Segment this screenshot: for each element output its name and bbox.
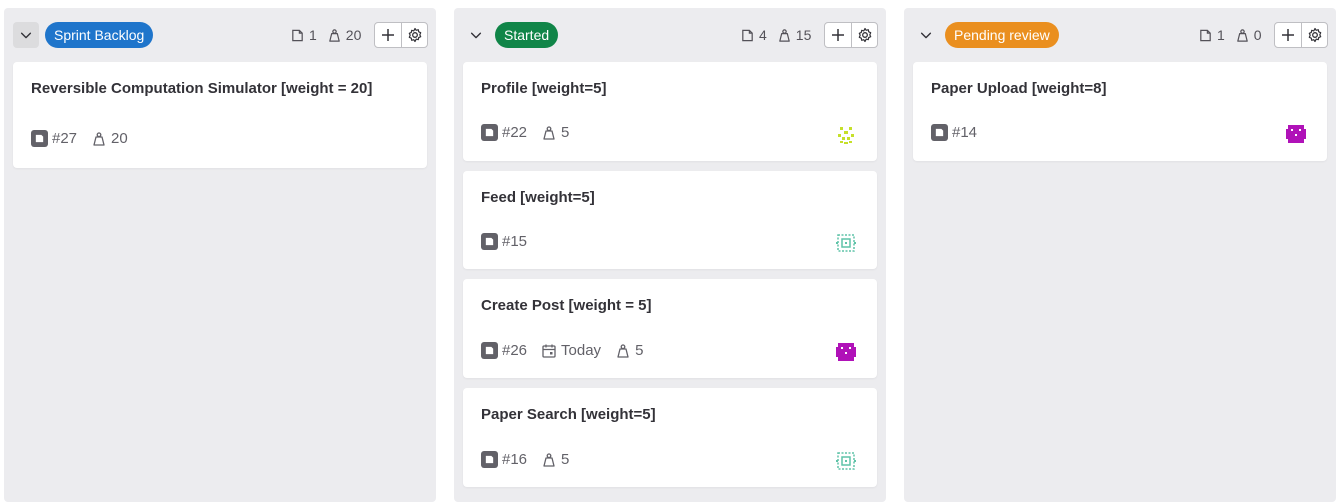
- list-actions: [824, 22, 878, 48]
- issue-weight: 20: [111, 130, 128, 147]
- list-label[interactable]: Started: [495, 22, 559, 48]
- issue-count: 4: [740, 27, 767, 43]
- issue-id[interactable]: #15: [502, 233, 527, 250]
- list-settings-button[interactable]: [401, 23, 427, 47]
- list-stats: 4 15: [740, 22, 817, 48]
- issue-type-icon: [481, 233, 498, 250]
- gear-icon: [858, 27, 871, 43]
- issue-meta: #26 Today 5: [481, 342, 651, 359]
- issue-type-icon: [481, 124, 498, 141]
- board-list-sprint-backlog: Sprint Backlog 1 20 Reversible Computati…: [4, 8, 436, 502]
- weight-icon: [93, 131, 105, 146]
- issue-meta: #15: [481, 233, 535, 250]
- issues-icon: [742, 29, 753, 41]
- list-actions: [374, 22, 428, 48]
- issue-card[interactable]: Feed [weight=5] #15: [463, 171, 877, 269]
- collapse-list-button[interactable]: [463, 22, 489, 48]
- issue-card[interactable]: Paper Upload [weight=8] #14: [913, 62, 1327, 161]
- assignee-avatar[interactable]: [833, 122, 859, 148]
- chevron-down-icon: [20, 32, 32, 39]
- issue-title[interactable]: Create Post [weight = 5]: [481, 297, 841, 315]
- board-list-started: Started 4 15 Profile [weight=5] #22 5 Fe…: [454, 8, 886, 502]
- issue-meta: #22 5: [481, 124, 577, 141]
- issue-type-icon: [481, 451, 498, 468]
- issue-title[interactable]: Paper Upload [weight=8]: [931, 80, 1291, 98]
- issue-card[interactable]: Profile [weight=5] #22 5: [463, 62, 877, 161]
- issue-id[interactable]: #26: [502, 342, 527, 359]
- weight-total: 0: [1235, 27, 1262, 43]
- plus-icon: [382, 29, 394, 41]
- list-settings-button[interactable]: [1301, 23, 1327, 47]
- issue-board: Sprint Backlog 1 20 Reversible Computati…: [0, 0, 1344, 502]
- issue-title[interactable]: Profile [weight=5]: [481, 80, 841, 98]
- weight-icon: [1237, 28, 1248, 42]
- issue-card[interactable]: Paper Search [weight=5] #16 5: [463, 388, 877, 487]
- issue-count: 1: [290, 27, 317, 43]
- issue-weight: 5: [561, 124, 570, 141]
- weight-total: 15: [777, 27, 811, 43]
- assignee-avatar[interactable]: [833, 448, 859, 474]
- calendar-icon: [542, 344, 556, 358]
- issue-meta: #27 20: [31, 130, 136, 147]
- issue-title[interactable]: Feed [weight=5]: [481, 189, 841, 207]
- weight-icon: [329, 28, 340, 42]
- weight-icon: [617, 343, 629, 358]
- weight-icon: [543, 125, 555, 140]
- assignee-avatar[interactable]: [833, 230, 859, 256]
- list-label[interactable]: Sprint Backlog: [45, 22, 154, 48]
- issue-type-icon: [481, 342, 498, 359]
- list-header: Sprint Backlog 1 20: [4, 8, 436, 62]
- issues-icon: [1200, 29, 1211, 41]
- issue-meta: #16 5: [481, 451, 577, 468]
- list-stats: 1 0: [1198, 22, 1268, 48]
- list-stats: 1 20: [290, 22, 367, 48]
- issue-id[interactable]: #27: [52, 130, 77, 147]
- issue-title[interactable]: Paper Search [weight=5]: [481, 406, 841, 424]
- add-issue-button[interactable]: [375, 23, 401, 47]
- list-header: Pending review 1 0: [904, 8, 1336, 62]
- collapse-list-button[interactable]: [913, 22, 939, 48]
- weight-icon: [543, 452, 555, 467]
- issue-id[interactable]: #22: [502, 124, 527, 141]
- assignee-avatar[interactable]: [1283, 121, 1309, 147]
- issue-title[interactable]: Reversible Computation Simulator [weight…: [31, 80, 391, 98]
- collapse-list-button[interactable]: [13, 22, 39, 48]
- issue-id[interactable]: #16: [502, 451, 527, 468]
- plus-icon: [832, 29, 844, 41]
- issue-count: 1: [1198, 27, 1225, 43]
- chevron-down-icon: [920, 32, 932, 39]
- list-settings-button[interactable]: [851, 23, 877, 47]
- issue-weight: 5: [635, 342, 644, 359]
- issue-meta: #14: [931, 124, 985, 141]
- assignee-avatar[interactable]: [833, 339, 859, 365]
- issue-type-icon: [31, 130, 48, 147]
- plus-icon: [1282, 29, 1294, 41]
- chevron-down-icon: [470, 32, 482, 39]
- gear-icon: [408, 27, 421, 43]
- issue-card[interactable]: Create Post [weight = 5] #26 Today 5: [463, 279, 877, 378]
- issue-weight: 5: [561, 451, 570, 468]
- gear-icon: [1308, 27, 1321, 43]
- weight-total: 20: [327, 27, 361, 43]
- issues-icon: [292, 29, 303, 41]
- add-issue-button[interactable]: [825, 23, 851, 47]
- issue-card[interactable]: Reversible Computation Simulator [weight…: [13, 62, 427, 168]
- list-header: Started 4 15: [454, 8, 886, 62]
- list-label[interactable]: Pending review: [945, 22, 1059, 48]
- issue-id[interactable]: #14: [952, 124, 977, 141]
- issue-due-date[interactable]: Today: [561, 342, 601, 359]
- board-list-pending-review: Pending review 1 0 Paper Upload [weight=…: [904, 8, 1336, 502]
- add-issue-button[interactable]: [1275, 23, 1301, 47]
- issue-type-icon: [931, 124, 948, 141]
- weight-icon: [779, 28, 790, 42]
- list-actions: [1274, 22, 1328, 48]
